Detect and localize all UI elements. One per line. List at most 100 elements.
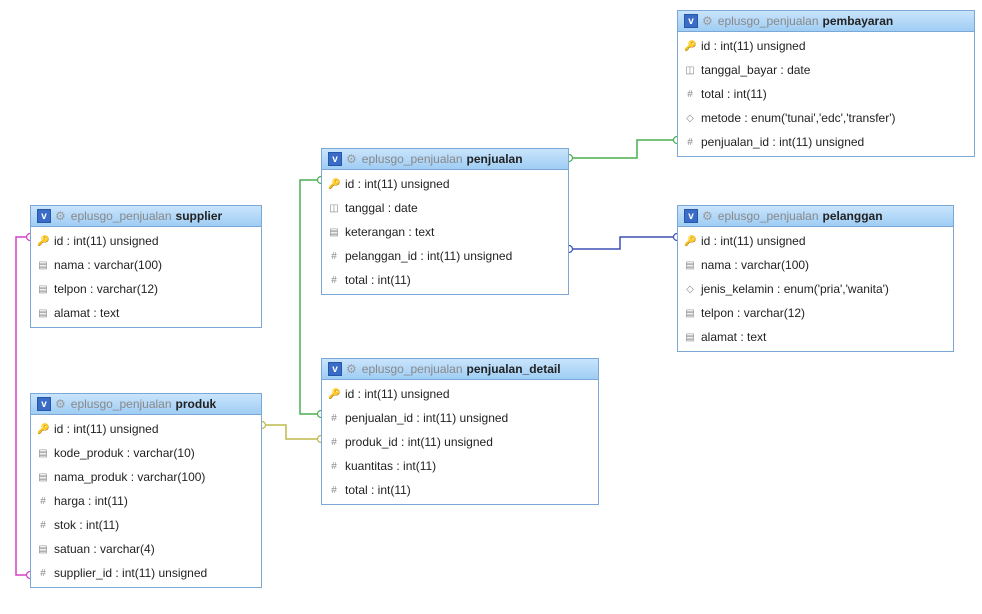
schema-label: eplusgo_penjualan [718,209,819,223]
column-type-icon: # [37,568,49,579]
column-type-icon: ▤ [37,260,49,271]
column-type-icon: ▤ [37,308,49,319]
column-row[interactable]: ▤ telpon : varchar(12) [31,277,261,301]
column-label: id : int(11) unsigned [701,39,806,53]
column-row[interactable]: # kuantitas : int(11) [322,454,598,478]
column-row[interactable]: ◇jenis_kelamin : enum('pria','wanita') [678,277,953,301]
table-pembayaran[interactable]: v⚙eplusgo_penjualanpembayaran🔑id : int(1… [677,10,975,157]
table-name-label: pelanggan [823,209,883,223]
column-type-icon: # [328,275,340,286]
column-row[interactable]: ▤keterangan : text [322,220,568,244]
column-row[interactable]: ▤ nama : varchar(100) [678,253,953,277]
table-produk[interactable]: v ⚙ eplusgo_penjualan produk 🔑id : int(11) u… [30,393,262,588]
column-row[interactable]: 🔑id : int(11) unsigned [678,34,974,58]
column-type-icon: ◇ [684,284,696,295]
column-type-icon: # [328,461,340,472]
column-label: nama_produk : varchar(100) [54,470,205,484]
column-row[interactable]: 🔑 id : int(11) unsigned [322,172,568,196]
column-type-icon: # [37,520,49,531]
gear-icon[interactable]: ⚙ [55,397,66,411]
column-type-icon: ▤ [37,472,49,483]
column-row[interactable]: 🔑id : int(11) unsigned [678,229,953,253]
view-icon[interactable]: v [37,397,51,411]
column-row[interactable]: 🔑id : int(11) unsigned [322,382,598,406]
column-row[interactable]: ▤ nama : varchar(100) [31,253,261,277]
column-label: id : int(11) unsigned [345,387,450,401]
column-label: tanggal_bayar : date [701,63,810,77]
gear-icon[interactable]: ⚙ [702,209,713,223]
column-label: nama : varchar(100) [54,258,162,272]
column-row[interactable]: #harga : int(11) [31,489,261,513]
view-icon[interactable]: v [328,362,342,376]
column-row[interactable]: # stok : int(11) [31,513,261,537]
column-row[interactable]: #supplier_id : int(11) unsigned [31,561,261,585]
column-row[interactable]: # total : int(11) [678,82,974,106]
schema-label: eplusgo_penjualan [71,397,172,411]
column-row[interactable]: ◫tanggal_bayar : date [678,58,974,82]
table-header-supplier[interactable]: v⚙eplusgo_penjualansupplier [31,206,261,227]
column-row[interactable]: ▤kode_produk : varchar(10) [31,441,261,465]
table-name-label: penjualan_detail [467,362,561,376]
column-row[interactable]: ◇metode : enum('tunai','edc','transfer') [678,106,974,130]
column-label: stok : int(11) [54,518,119,532]
column-type-icon: ▤ [684,308,696,319]
column-type-icon: ▤ [37,284,49,295]
column-label: nama : varchar(100) [701,258,809,272]
column-label: penjualan_id : int(11) unsigned [345,411,508,425]
gear-icon[interactable]: ⚙ [346,152,357,166]
table-body: 🔑 id : int(11) unsigned ◫tanggal : date▤ke… [322,170,568,294]
table-header-penjualan_detail[interactable]: v⚙eplusgo_penjualanpenjualan_detail [322,359,598,380]
table-name-label: penjualan [467,152,523,166]
column-type-icon: 🔑 [37,424,49,435]
column-row[interactable]: #total : int(11) [322,478,598,502]
column-type-icon: # [328,437,340,448]
gear-icon[interactable]: ⚙ [346,362,357,376]
view-icon[interactable]: v [37,209,51,223]
column-type-icon: # [328,251,340,262]
gear-icon[interactable]: ⚙ [55,209,66,223]
table-header-pelanggan[interactable]: v ⚙ eplusgo_penjualan pelanggan [678,206,953,227]
column-row[interactable]: #pelanggan_id : int(11) unsigned [322,244,568,268]
table-header-produk[interactable]: v ⚙ eplusgo_penjualan produk [31,394,261,415]
table-penjualan[interactable]: v⚙eplusgo_penjualanpenjualan🔑id : int(11… [321,148,569,295]
column-type-icon: ▤ [684,260,696,271]
table-pelanggan[interactable]: v ⚙ eplusgo_penjualan pelanggan 🔑id : int(11… [677,205,954,352]
column-label: total : int(11) [345,273,411,287]
column-row[interactable]: ▤ nama_produk : varchar(100) [31,465,261,489]
view-icon[interactable]: v [328,152,342,166]
erd-canvas[interactable]: v⚙eplusgo_penjualansupplier🔑id : int(11)… [0,0,982,614]
table-body: 🔑id : int(11) unsigned◫tanggal_bayar : d… [678,32,974,156]
table-header-pembayaran[interactable]: v⚙eplusgo_penjualanpembayaran [678,11,974,32]
column-row[interactable]: 🔑id : int(11) unsigned [31,229,261,253]
column-row[interactable]: ◫tanggal : date [322,196,568,220]
column-row[interactable]: #penjualan_id : int(11) unsigned [322,406,598,430]
table-header-penjualan[interactable]: v⚙eplusgo_penjualanpenjualan [322,149,568,170]
column-row[interactable]: ▤alamat : text [31,301,261,325]
column-label: id : int(11) unsigned [345,177,450,191]
column-type-icon: # [684,137,696,148]
column-label: total : int(11) [345,483,411,497]
column-type-icon: 🔑 [37,236,49,247]
column-label: alamat : text [701,330,766,344]
column-type-icon: 🔑 [684,236,696,247]
column-row[interactable]: ▤satuan : varchar(4) [31,537,261,561]
view-icon[interactable]: v [684,209,698,223]
column-label: tanggal : date [345,201,418,215]
column-label: total : int(11) [701,87,767,101]
column-row[interactable]: #produk_id : int(11) unsigned [322,430,598,454]
column-row[interactable]: 🔑id : int(11) unsigned [31,417,261,441]
table-name-label: produk [176,397,217,411]
column-row[interactable]: #penjualan_id : int(11) unsigned [678,130,974,154]
column-label: kuantitas : int(11) [345,459,436,473]
column-row[interactable]: ▤ telpon : varchar(12) [678,301,953,325]
column-label: telpon : varchar(12) [54,282,158,296]
table-penjualan_detail[interactable]: v⚙eplusgo_penjualanpenjualan_detail🔑id :… [321,358,599,505]
column-label: telpon : varchar(12) [701,306,805,320]
column-type-icon: 🔑 [328,179,340,190]
table-supplier[interactable]: v⚙eplusgo_penjualansupplier🔑id : int(11)… [30,205,262,328]
column-row[interactable]: # total : int(11) [322,268,568,292]
gear-icon[interactable]: ⚙ [702,14,713,28]
column-type-icon: # [684,89,696,100]
column-row[interactable]: ▤alamat : text [678,325,953,349]
view-icon[interactable]: v [684,14,698,28]
